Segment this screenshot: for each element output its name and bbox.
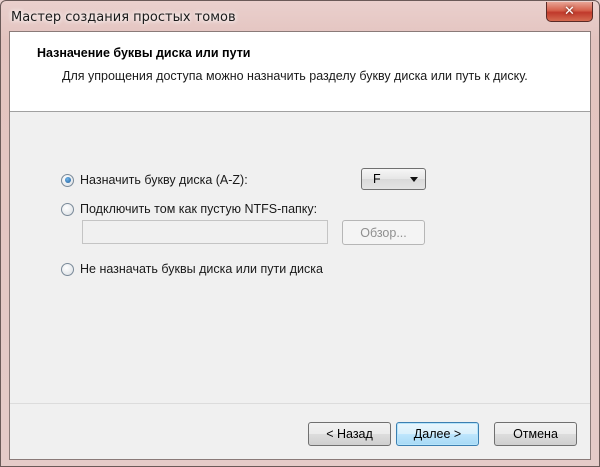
drive-letter-value: F (373, 172, 381, 186)
back-button[interactable]: < Назад (308, 422, 391, 446)
option-assign-letter-label: Назначить букву диска (A-Z): (80, 173, 248, 187)
option-assign-letter[interactable]: Назначить букву диска (A-Z): (61, 173, 248, 187)
option-no-letter-label: Не назначать буквы диска или пути диска (80, 262, 323, 276)
next-button[interactable]: Далее > (396, 422, 479, 446)
radio-mount-folder[interactable] (61, 202, 74, 216)
wizard-window: Мастер создания простых томов ✕ Назначен… (0, 0, 600, 467)
radio-assign-letter[interactable] (61, 173, 74, 187)
window-title: Мастер создания простых томов (11, 10, 236, 25)
folder-path-input[interactable] (82, 220, 328, 244)
option-mount-folder[interactable]: Подключить том как пустую NTFS-папку: (61, 202, 317, 216)
chevron-down-icon (410, 177, 418, 182)
page-subtitle: Для упрощения доступа можно назначить ра… (62, 69, 528, 83)
close-icon: ✕ (564, 4, 575, 19)
cancel-button[interactable]: Отмена (494, 422, 577, 446)
close-button[interactable]: ✕ (546, 2, 593, 22)
option-mount-folder-label: Подключить том как пустую NTFS-папку: (80, 202, 318, 216)
page-title: Назначение буквы диска или пути (37, 46, 251, 60)
wizard-header: Назначение буквы диска или пути Для упро… (10, 32, 590, 112)
drive-letter-select[interactable]: F (361, 168, 426, 190)
browse-button[interactable]: Обзор... (342, 220, 425, 245)
wizard-body: Назначение буквы диска или пути Для упро… (9, 31, 591, 460)
option-no-letter[interactable]: Не назначать буквы диска или пути диска (61, 262, 323, 276)
radio-no-letter[interactable] (61, 262, 74, 276)
footer-divider (10, 403, 590, 404)
